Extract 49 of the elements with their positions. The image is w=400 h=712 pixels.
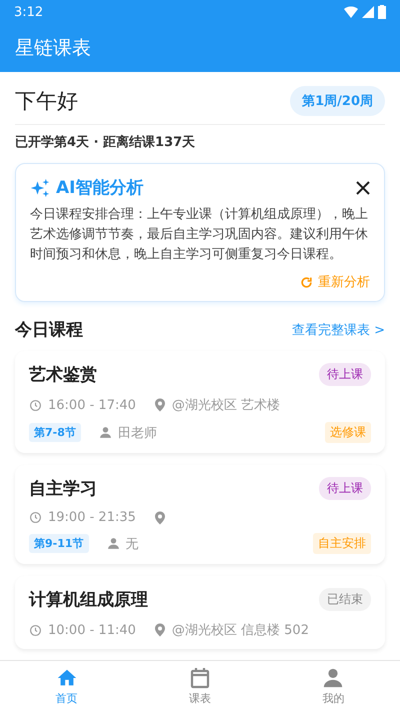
calendar-icon xyxy=(190,667,210,689)
clock-icon xyxy=(29,511,42,524)
ai-analysis-text: 今日课程安排合理：上午专业课（计算机组成原理），晚上艺术选修调节节奏，最后自主学习巩固内容。建议利用午休时间预习和休息，晚上自主学习可侧重复习今日课程。 xyxy=(30,206,369,264)
app-title: 星链课表 xyxy=(15,36,91,61)
person-icon xyxy=(106,537,120,550)
refresh-icon xyxy=(300,276,313,288)
reanalyze-button[interactable]: 重新分析 xyxy=(300,273,370,291)
course-time: 10:00 - 11:40 xyxy=(48,622,136,638)
teacher-name: 田老师 xyxy=(118,424,157,442)
close-button[interactable] xyxy=(356,180,370,194)
course-card[interactable]: 艺术鉴赏 待上课 16:00 - 17:40 @湖光校区 艺术楼 第7-8节 田老师 选修课 xyxy=(15,351,385,453)
status-time: 3:12 xyxy=(14,4,44,20)
location-pin-icon xyxy=(154,510,166,524)
signal-icon xyxy=(362,6,374,18)
location-pin-icon xyxy=(154,398,166,412)
location-pin-icon xyxy=(154,623,166,637)
course-name: 计算机组成原理 xyxy=(29,589,148,611)
course-time: 19:00 - 21:35 xyxy=(48,510,136,525)
status-badge: 已结束 xyxy=(319,588,371,611)
section-title: 今日课程 xyxy=(15,319,83,341)
periods-badge: 第9-11节 xyxy=(29,534,89,553)
course-type-tag: 选修课 xyxy=(325,422,371,443)
full-schedule-link[interactable]: 查看完整课表 > xyxy=(292,320,385,338)
greeting-text: 下午好 xyxy=(15,88,78,115)
nav-tab[interactable]: 课表 xyxy=(133,661,267,712)
teacher-name: 无 xyxy=(126,536,139,552)
nav-tab[interactable]: 首页 xyxy=(0,661,134,712)
periods-badge: 第7-8节 xyxy=(29,423,81,442)
semester-progress-text: 已开学第4天 · 距离结课137天 xyxy=(15,134,196,152)
course-card[interactable]: 计算机组成原理 已结束 10:00 - 11:40 @湖光校区 信息楼 502 xyxy=(15,576,385,649)
battery-icon xyxy=(378,5,386,19)
nav-tab[interactable]: 我的 xyxy=(266,661,400,712)
person-icon xyxy=(322,667,344,689)
ai-card-title: AI智能分析 xyxy=(56,177,144,199)
week-badge: 第1周/20周 xyxy=(290,86,385,116)
course-name: 艺术鉴赏 xyxy=(29,364,97,386)
course-location: @湖光校区 信息楼 502 xyxy=(172,622,309,639)
course-card[interactable]: 自主学习 待上课 19:00 - 21:35 第9-11节 无 自主安排 xyxy=(15,465,385,564)
clock-icon xyxy=(29,624,42,636)
clock-icon xyxy=(29,398,42,412)
course-time: 16:00 - 17:40 xyxy=(48,398,136,412)
course-name: 自主学习 xyxy=(29,478,97,500)
status-badge: 待上课 xyxy=(319,477,371,500)
course-location: @湖光校区 艺术楼 xyxy=(172,397,280,414)
person-icon xyxy=(98,426,112,439)
course-type-tag: 自主安排 xyxy=(313,533,371,554)
sparkle-icon xyxy=(30,178,50,198)
wifi-icon xyxy=(344,6,358,18)
status-badge: 待上课 xyxy=(319,363,371,386)
